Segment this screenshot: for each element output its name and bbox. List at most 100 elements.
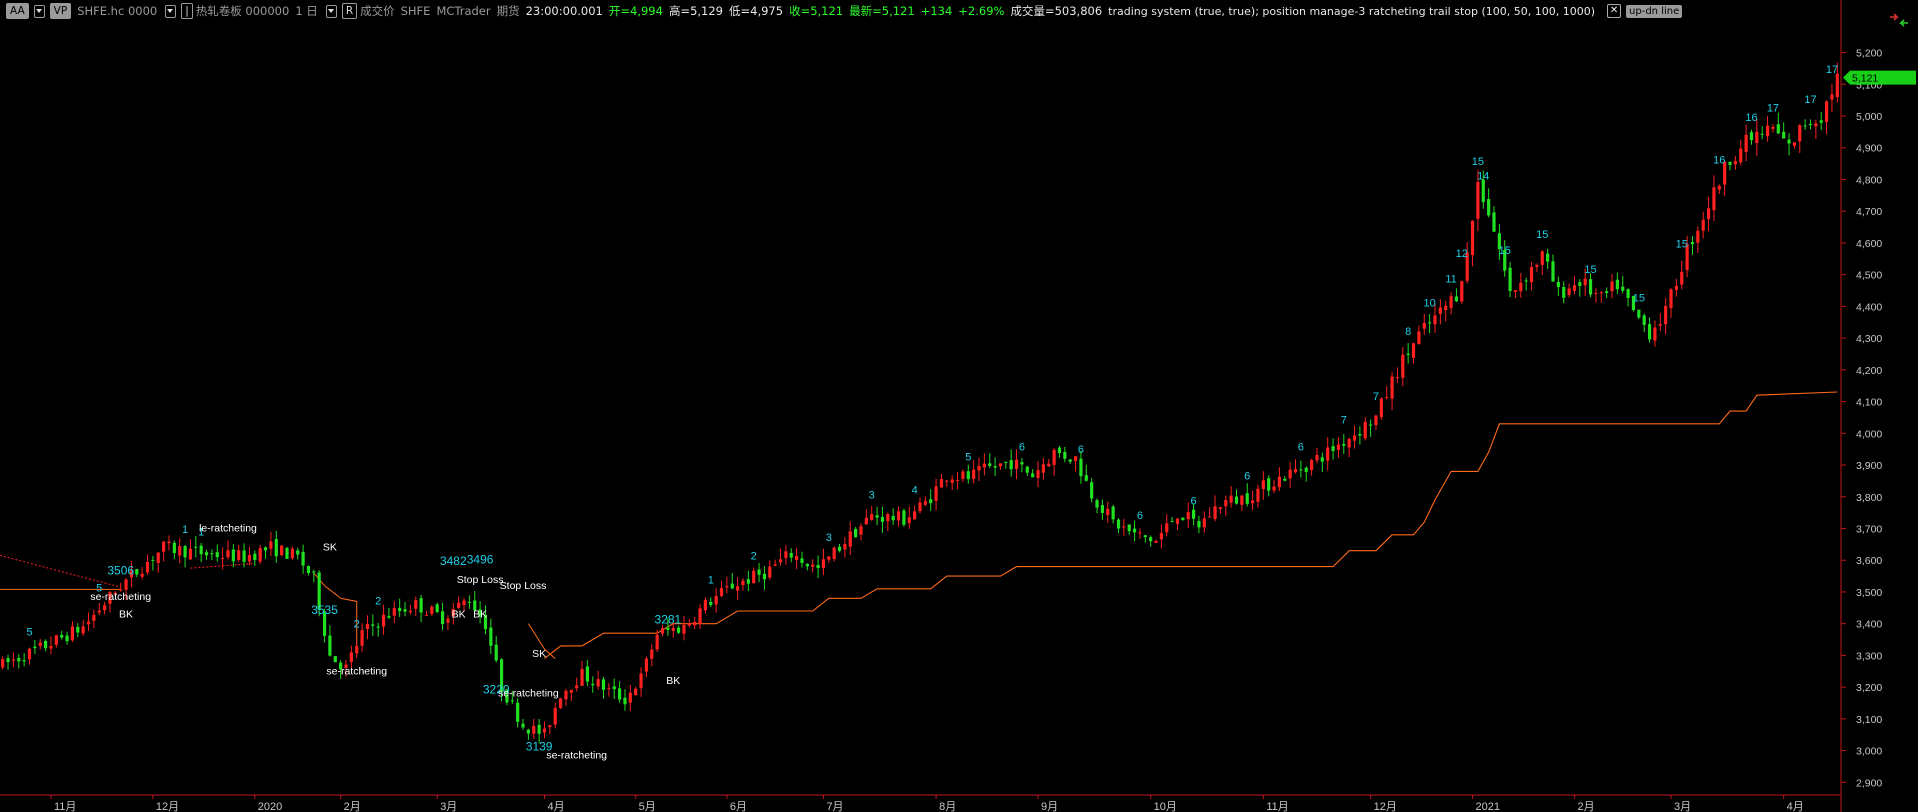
- candle-body: [49, 645, 53, 649]
- candle-body: [188, 548, 193, 560]
- candle-body: [1529, 266, 1534, 283]
- level-label: 3281: [655, 613, 682, 627]
- candle-body: [1304, 467, 1308, 472]
- candle-body: [821, 559, 826, 569]
- candle-body: [1202, 518, 1206, 528]
- candle-body: [585, 666, 590, 682]
- y-tick-label: 4,500: [1856, 270, 1882, 282]
- candle-body: [623, 697, 627, 705]
- candle-body: [467, 601, 471, 603]
- candle-body: [1674, 285, 1678, 291]
- candle-body: [902, 510, 906, 525]
- candle-body: [124, 579, 128, 590]
- last-price-label: 5,121: [1852, 73, 1878, 85]
- candle-body: [1664, 305, 1668, 325]
- candle-body: [140, 573, 144, 577]
- candle-body: [580, 668, 584, 686]
- candle-body: [1798, 125, 1802, 142]
- candle-body: [1326, 447, 1330, 461]
- candle-body: [1181, 517, 1185, 521]
- signal-label: BK: [473, 608, 487, 620]
- trail-stop-layer: [0, 391, 1838, 660]
- candle-body: [870, 514, 874, 520]
- y-tick-label: 3,400: [1856, 619, 1882, 631]
- candle-body: [1626, 289, 1630, 299]
- candle-body: [1036, 470, 1040, 478]
- x-tick-label: 3月: [1674, 801, 1691, 812]
- candle-body: [1283, 478, 1287, 481]
- count-label: 15: [1536, 229, 1548, 241]
- candle-body: [6, 658, 10, 663]
- candle-body: [1835, 73, 1839, 98]
- candle-body: [1487, 199, 1491, 216]
- candle-body: [1760, 133, 1764, 135]
- candle-body: [1696, 230, 1700, 243]
- candle-body: [1824, 101, 1829, 122]
- candle-body: [1787, 139, 1791, 144]
- x-tick-label: 3月: [440, 801, 457, 812]
- level-label: 3496: [467, 552, 494, 566]
- y-tick-label: 5,200: [1856, 48, 1882, 60]
- candle-body: [709, 601, 713, 605]
- y-tick-label: 4,700: [1856, 206, 1882, 218]
- candle-body: [183, 546, 187, 558]
- candle-body: [360, 630, 364, 646]
- candle-body: [92, 614, 96, 621]
- candle-body: [736, 586, 740, 591]
- candle-body: [762, 573, 767, 580]
- candle-body: [1041, 464, 1045, 473]
- candle-body: [1250, 500, 1255, 504]
- candle-body: [226, 550, 230, 558]
- candle-body: [1267, 478, 1271, 491]
- candle-body: [1068, 459, 1072, 462]
- candle-body: [1149, 537, 1153, 542]
- y-tick-label: 3,800: [1856, 492, 1882, 504]
- candle-body: [596, 679, 600, 687]
- y-tick-label: 3,600: [1856, 555, 1882, 567]
- y-tick-label: 4,900: [1856, 143, 1882, 155]
- y-tick-label: 4,800: [1856, 174, 1882, 186]
- candle-body: [773, 564, 777, 566]
- candle-body: [1422, 322, 1426, 329]
- candle-body: [575, 685, 579, 689]
- candle-body: [221, 557, 225, 559]
- candle-body: [644, 658, 649, 672]
- candle-body: [1369, 424, 1373, 426]
- candle-body: [526, 729, 530, 734]
- candle-body: [1470, 220, 1475, 256]
- entry-dotted-line: [0, 554, 121, 588]
- candle-body: [655, 634, 659, 650]
- candle-body: [419, 598, 423, 613]
- count-label: 6: [1191, 496, 1197, 508]
- candle-body: [617, 688, 622, 700]
- candle-body: [1481, 179, 1485, 203]
- count-label: 12: [1456, 248, 1468, 260]
- candle-body: [532, 725, 536, 734]
- candle-body: [558, 698, 563, 709]
- count-label: 8: [1405, 326, 1411, 338]
- candle-body: [896, 511, 901, 521]
- candle-body: [1572, 285, 1577, 291]
- signal-label: Stop Loss: [500, 580, 547, 592]
- signal-label: SK: [323, 542, 337, 554]
- candle-body: [607, 687, 611, 689]
- candle-body: [1733, 161, 1737, 165]
- candle-body: [1519, 282, 1523, 292]
- x-tick-label: 5月: [639, 801, 656, 812]
- candle-body: [43, 640, 48, 649]
- candle-body: [1701, 219, 1705, 231]
- candle-body: [945, 480, 949, 482]
- candle-body: [1363, 421, 1367, 439]
- y-tick-label: 2,900: [1856, 777, 1882, 789]
- count-label: 6: [1298, 442, 1304, 454]
- candle-body: [1690, 242, 1695, 245]
- y-tick-label: 3,900: [1856, 460, 1882, 472]
- candle-body: [376, 626, 380, 628]
- candle-body: [296, 550, 300, 555]
- candle-body: [993, 466, 997, 468]
- price-chart[interactable]: 551 1221233 456 666667781011121514151515151…: [0, 0, 1918, 812]
- candle-body: [918, 502, 922, 512]
- candle-body: [768, 566, 772, 578]
- candle-body: [457, 602, 461, 608]
- candle-body: [1739, 148, 1743, 163]
